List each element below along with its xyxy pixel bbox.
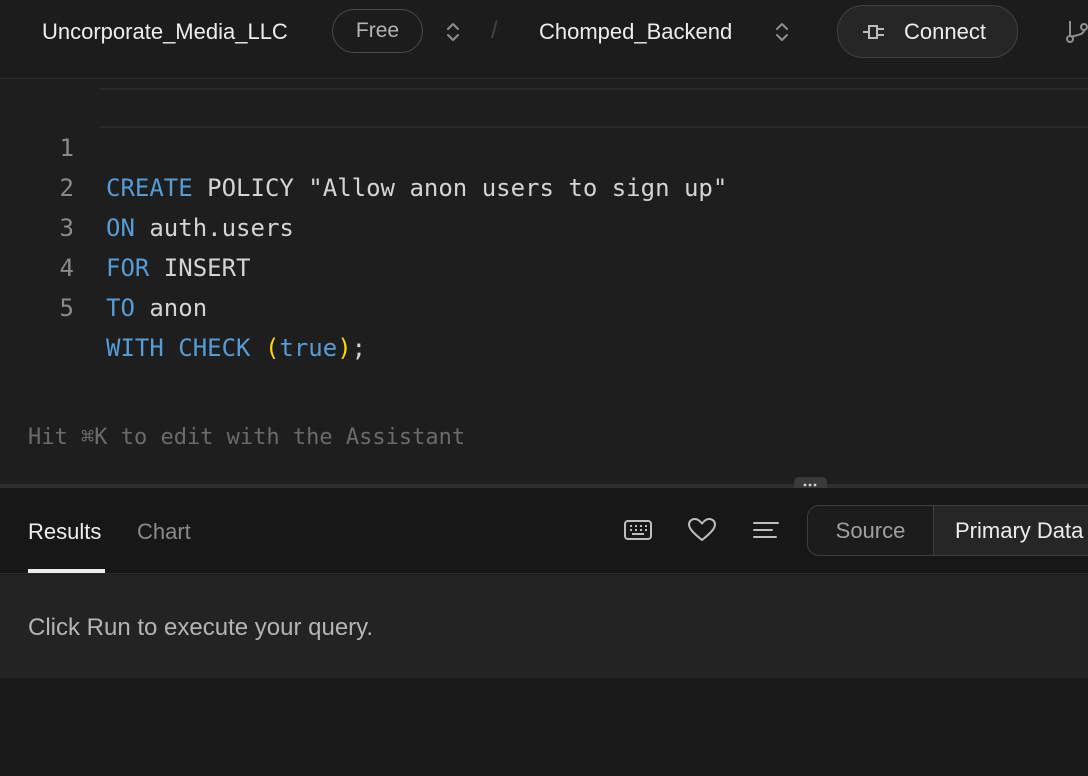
chevron-updown-icon[interactable] <box>774 20 790 44</box>
sql-text: anon <box>134 294 208 322</box>
sql-keyword: TO <box>106 294 135 322</box>
align-left-icon[interactable] <box>751 516 781 544</box>
sql-semicolon: ; <box>351 334 367 362</box>
primary-database-select[interactable]: Primary Data <box>933 506 1088 555</box>
connect-button[interactable]: Connect <box>837 5 1018 58</box>
line-number: 5 <box>59 294 74 322</box>
chevron-updown-icon[interactable] <box>445 20 461 44</box>
connect-label: Connect <box>904 19 986 44</box>
empty-suffix: to execute your query. <box>130 614 374 641</box>
plug-icon <box>863 25 884 39</box>
sql-space <box>251 334 265 362</box>
sql-space <box>164 334 178 362</box>
empty-prefix: Click <box>28 614 87 641</box>
sql-editor[interactable]: 1 CREATE POLICY "Allow anon users to sig… <box>0 80 1088 484</box>
code-line[interactable]: 4 TO anon <box>0 208 1088 322</box>
code-line[interactable]: 5 WITH CHECK (true); <box>0 248 1088 362</box>
sql-literal: true <box>279 334 338 362</box>
plan-badge: Free <box>332 9 423 53</box>
breadcrumb-separator: / <box>491 17 498 44</box>
results-toolbar: Results Chart Source Primary Data <box>0 488 1088 574</box>
active-tab-indicator <box>28 569 105 573</box>
code-line[interactable]: 2 ON auth.users <box>0 128 1088 242</box>
sql-keyword: CHECK <box>178 334 251 362</box>
panel-background <box>0 678 1088 776</box>
sql-paren: ) <box>337 334 352 362</box>
assistant-hint: Hit ⌘K to edit with the Assistant <box>28 425 466 450</box>
code-text: TO anon <box>106 288 207 328</box>
code-line[interactable]: 3 FOR INSERT <box>0 168 1088 282</box>
empty-state-message: Click Run to execute your query. <box>28 613 373 643</box>
project-switcher[interactable]: Chomped_Backend <box>539 18 732 46</box>
git-branch-icon[interactable] <box>1064 19 1088 45</box>
tab-chart[interactable]: Chart <box>137 518 191 546</box>
top-bar: Uncorporate_Media_LLC Free / Chomped_Bac… <box>0 0 1088 79</box>
tab-results[interactable]: Results <box>28 518 101 546</box>
source-label: Source <box>835 518 906 543</box>
database-selector: Source Primary Data <box>807 505 1088 556</box>
code-text: WITH CHECK (true); <box>106 328 366 368</box>
org-switcher[interactable]: Uncorporate_Media_LLC <box>42 18 288 46</box>
run-keyword: Run <box>86 614 131 641</box>
results-panel: Click Run to execute your query. <box>0 575 1088 678</box>
code-line[interactable]: 1 CREATE POLICY "Allow anon users to sig… <box>0 88 1088 202</box>
keyboard-icon[interactable] <box>623 516 653 544</box>
heart-icon[interactable] <box>687 516 717 544</box>
sql-paren: ( <box>264 334 280 362</box>
sql-keyword: WITH <box>106 334 164 362</box>
